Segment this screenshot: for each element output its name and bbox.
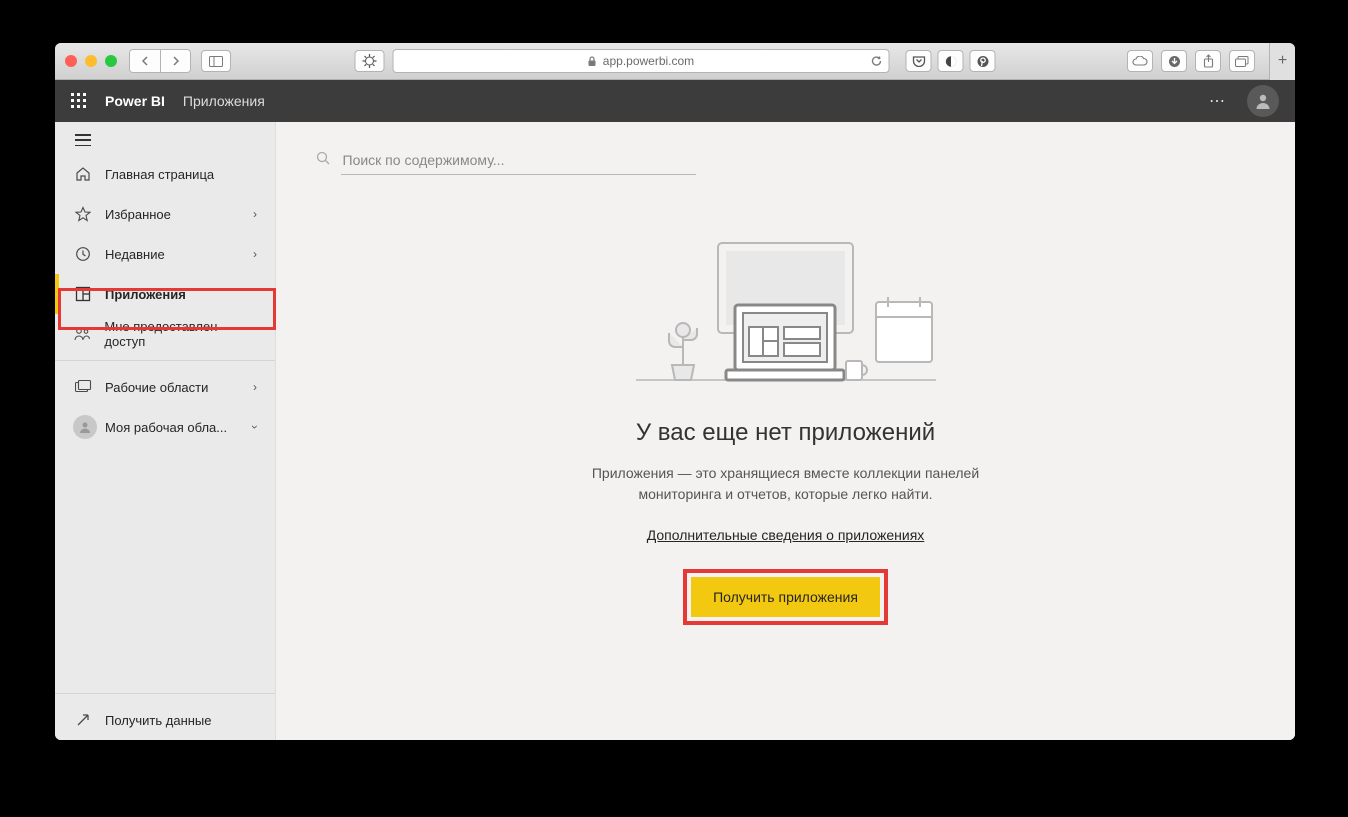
annotation-highlight-button: Получить приложения [683,569,888,625]
close-window-button[interactable] [65,55,77,67]
star-icon [73,206,93,222]
get-data-icon [73,713,93,727]
icloud-tabs-button[interactable] [1127,50,1153,72]
brand-label: Power BI [105,93,165,109]
sidebar-item-label: Моя рабочая обла... [105,420,227,435]
reload-icon[interactable] [871,55,883,67]
app-launcher-icon[interactable] [71,93,87,109]
downloads-button[interactable] [1161,50,1187,72]
sidebar-item-label: Избранное [105,207,171,222]
chevron-right-icon: › [253,247,257,261]
empty-title: У вас еще нет приложений [636,419,935,447]
workspace-avatar-icon [73,415,97,439]
minimize-window-button[interactable] [85,55,97,67]
header-more-button[interactable]: ⋯ [1209,91,1227,111]
powerbi-header: Power BI Приложения ⋯ [55,80,1295,122]
search-input[interactable] [341,146,696,175]
empty-illustration [636,235,936,395]
sidebar: Главная страница Избранное › Недавние › [55,122,276,740]
extension-buttons [906,50,996,72]
empty-description: Приложения — это хранящиеся вместе колле… [576,463,996,505]
sidebar-item-label: Главная страница [105,167,214,182]
sidebar-item-workspaces[interactable]: Рабочие области › [55,367,275,407]
window-controls [65,55,117,67]
pinterest-extension-icon[interactable] [970,50,996,72]
browser-window: app.powerbi.com [55,43,1295,740]
apps-icon [73,286,93,302]
sidebar-item-label: Рабочие области [105,380,208,395]
show-tabs-button[interactable] [1229,50,1255,72]
lock-icon [588,56,597,67]
main-panel: У вас еще нет приложений Приложения — эт… [276,122,1295,740]
clock-icon [73,246,93,262]
sidebar-item-favorites[interactable]: Избранное › [55,194,275,234]
pocket-extension-icon[interactable] [906,50,932,72]
maximize-window-button[interactable] [105,55,117,67]
sidebar-separator [55,693,275,694]
safari-settings-button[interactable] [355,50,385,72]
get-apps-button[interactable]: Получить приложения [691,577,880,617]
sidebar-toggle[interactable] [55,122,275,154]
search-row [316,146,696,175]
section-label: Приложения [183,93,265,109]
safari-sidebar-button[interactable] [201,50,231,72]
sidebar-item-label: Получить данные [105,713,212,728]
sidebar-item-recent[interactable]: Недавние › [55,234,275,274]
sidebar-item-apps[interactable]: Приложения [55,274,275,314]
chevron-right-icon: › [253,380,257,394]
sidebar-separator [55,360,275,361]
hamburger-icon [75,134,91,146]
sidebar-item-my-workspace[interactable]: Моя рабочая обла... › [55,407,275,447]
back-button[interactable] [130,50,160,72]
adblock-extension-icon[interactable] [938,50,964,72]
share-button[interactable] [1195,50,1221,72]
url-text: app.powerbi.com [603,54,694,68]
sidebar-item-home[interactable]: Главная страница [55,154,275,194]
account-avatar[interactable] [1247,85,1279,117]
shared-icon [73,327,92,342]
sidebar-item-label: Мне предоставлен доступ [104,319,257,349]
home-icon [73,166,93,182]
sidebar-item-shared[interactable]: Мне предоставлен доступ [55,314,275,354]
new-tab-button[interactable]: + [1269,43,1295,80]
nav-back-forward [129,49,191,73]
forward-button[interactable] [160,50,190,72]
empty-state: У вас еще нет приложений Приложения — эт… [576,235,996,625]
sidebar-item-label: Приложения [105,287,186,302]
workspaces-icon [73,380,93,394]
sidebar-item-label: Недавние [105,247,165,262]
address-bar[interactable]: app.powerbi.com [393,49,890,73]
safari-toolbar: app.powerbi.com [55,43,1295,80]
chevron-down-icon: › [248,425,262,429]
content-area: Главная страница Избранное › Недавние › [55,122,1295,740]
chevron-right-icon: › [253,207,257,221]
learn-more-link[interactable]: Дополнительные сведения о приложениях [647,527,925,543]
search-icon [316,151,331,171]
sidebar-item-get-data[interactable]: Получить данные [55,700,275,740]
person-icon [1254,92,1272,110]
